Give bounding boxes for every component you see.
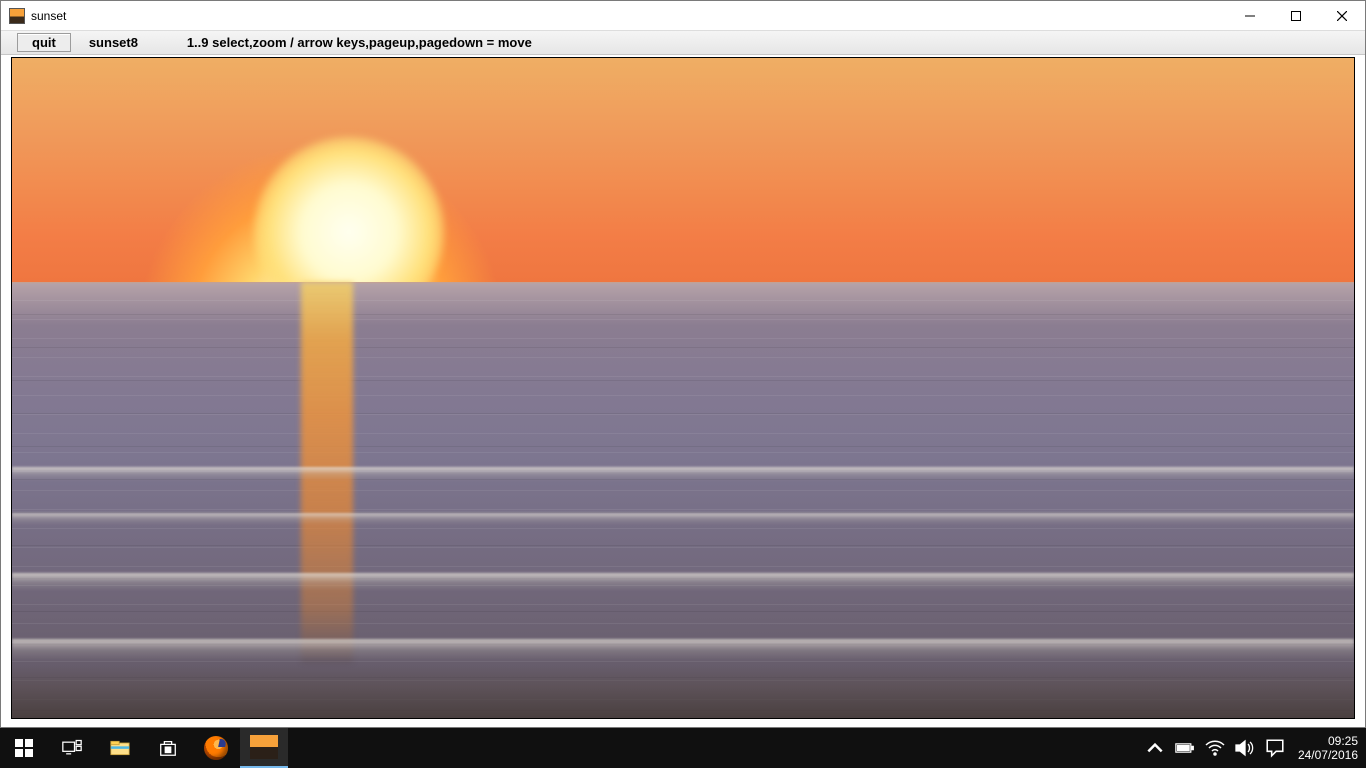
keyboard-hint: 1..9 select,zoom / arrow keys,pageup,pag… bbox=[187, 35, 532, 50]
clock-time: 09:25 bbox=[1298, 734, 1358, 748]
battery-icon[interactable] bbox=[1170, 728, 1200, 768]
titlebar[interactable]: sunset bbox=[1, 1, 1365, 31]
sunset-app-taskbar-button[interactable] bbox=[240, 728, 288, 768]
clock-date: 24/07/2016 bbox=[1298, 748, 1358, 762]
volume-icon[interactable] bbox=[1230, 728, 1260, 768]
file-explorer-button[interactable] bbox=[96, 728, 144, 768]
image-viewer[interactable] bbox=[1, 55, 1365, 727]
window-title: sunset bbox=[31, 9, 66, 23]
firefox-button[interactable] bbox=[192, 728, 240, 768]
action-center-icon[interactable] bbox=[1260, 728, 1290, 768]
store-button[interactable] bbox=[144, 728, 192, 768]
minimize-button[interactable] bbox=[1227, 1, 1273, 31]
wifi-icon[interactable] bbox=[1200, 728, 1230, 768]
tray-overflow-button[interactable] bbox=[1140, 728, 1170, 768]
image-name-label: sunset8 bbox=[89, 35, 169, 50]
quit-button[interactable]: quit bbox=[17, 33, 71, 52]
sunset-image bbox=[11, 57, 1355, 719]
maximize-button[interactable] bbox=[1273, 1, 1319, 31]
taskbar-clock[interactable]: 09:25 24/07/2016 bbox=[1290, 734, 1366, 762]
sunset-icon bbox=[250, 735, 278, 759]
windows-taskbar: 09:25 24/07/2016 bbox=[0, 728, 1366, 768]
system-tray: 09:25 24/07/2016 bbox=[1140, 728, 1366, 768]
close-button[interactable] bbox=[1319, 1, 1365, 31]
firefox-icon bbox=[204, 736, 228, 760]
app-icon bbox=[9, 8, 25, 24]
toolbar: quit sunset8 1..9 select,zoom / arrow ke… bbox=[1, 31, 1365, 55]
start-button[interactable] bbox=[0, 728, 48, 768]
task-view-button[interactable] bbox=[48, 728, 96, 768]
app-window: sunset quit sunset8 1..9 select,zoom / a… bbox=[0, 0, 1366, 728]
